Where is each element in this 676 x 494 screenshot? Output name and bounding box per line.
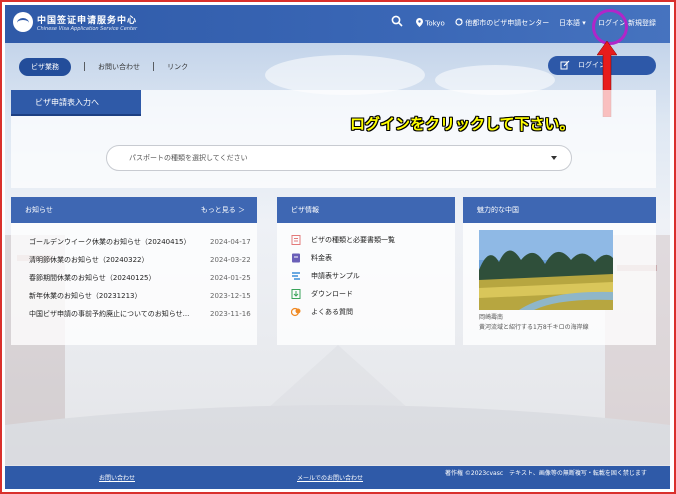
news-item-title: ゴールデンウイーク休業のお知らせ（20240415） — [29, 238, 191, 246]
news-item[interactable]: 春節期間休業のお知らせ（20240125） 2024-01-25 — [29, 269, 257, 287]
search-icon[interactable] — [391, 15, 403, 29]
news-item-date: 2024-04-17 — [210, 238, 251, 246]
language-selector[interactable]: 日本語 ▾ — [559, 18, 586, 28]
visa-info-list: ビザの種類と必要書類一覧 料金表 申請表サンプル ダウンロード よくある質問 — [277, 223, 455, 321]
faq-icon — [290, 307, 301, 317]
chevron-down-icon — [551, 156, 557, 160]
user-edit-icon — [560, 56, 570, 75]
login-highlight-circle — [592, 9, 628, 45]
news-item-date: 2024-03-22 — [210, 256, 251, 264]
footer-copyright: 著作権 ©2023cvasc テキスト、画像等の無断複写・転載を固く禁じます — [445, 470, 647, 477]
visa-info-label: ビザの種類と必要書類一覧 — [311, 236, 395, 244]
news-item[interactable]: 中国ビザ申請の事前予約廃止についてのお知らせ... 2023-11-16 — [29, 305, 257, 323]
visa-info-item[interactable]: ビザの種類と必要書類一覧 — [291, 231, 455, 249]
logo-icon — [13, 12, 33, 32]
more-news-link[interactable]: もっと見る ＞ — [201, 197, 245, 223]
nav-links[interactable]: リンク — [167, 62, 188, 72]
visa-info-header: ビザ情報 — [277, 197, 455, 223]
sample-form-icon — [291, 271, 301, 281]
visa-info-item[interactable]: 料金表 — [291, 249, 455, 267]
location-selector[interactable]: Tokyo — [416, 18, 445, 29]
news-item-date: 2024-01-25 — [210, 274, 251, 282]
visa-info-item[interactable]: ダウンロード — [291, 285, 455, 303]
document-list-icon — [291, 235, 301, 245]
register-link[interactable]: 新規登録 — [628, 18, 656, 28]
visa-info-label: よくある質問 — [311, 308, 353, 316]
landscape-photo[interactable] — [479, 230, 613, 310]
language-label: 日本語 — [559, 19, 580, 27]
news-list: ゴールデンウイーク休業のお知らせ（20240415） 2024-04-17 清明… — [11, 223, 257, 323]
chevron-down-icon: ▾ — [582, 19, 586, 27]
page: 中国签证申请服务中心 Chinese Visa Application Serv… — [5, 5, 670, 489]
price-table-icon — [291, 253, 301, 263]
visa-info-item[interactable]: 申請表サンプル — [291, 267, 455, 285]
visa-info-label: 料金表 — [311, 254, 332, 262]
footer-contact-link[interactable]: お問い合わせ — [99, 473, 135, 482]
photo-caption-text: 黄河流域と紹行する1万8千キロの海岸線 — [479, 324, 589, 331]
charming-china-card: 魅力的な中国 岡崎壽南 黄河流域と紹行する1万8千キロの海岸線 — [463, 197, 656, 345]
nav-visa-business[interactable]: ビザ業務 — [19, 58, 71, 76]
news-item[interactable]: 新年休業のお知らせ（20231213） 2023-12-15 — [29, 287, 257, 305]
passport-type-placeholder: パスポートの種類を選択してください — [129, 154, 248, 162]
site-footer: お問い合わせ メールでのお問い合わせ 著作権 ©2023cvasc テキスト、画… — [5, 466, 670, 489]
photo-caption: 岡崎壽南 黄河流域と紹行する1万8千キロの海岸線 — [479, 313, 589, 333]
news-item-date: 2023-11-16 — [210, 310, 251, 318]
news-card-header: お知らせ もっと見る ＞ — [11, 197, 257, 223]
news-item[interactable]: 清明節休業のお知らせ（20240322） 2024-03-22 — [29, 251, 257, 269]
switch-center-label: 他都市のビザ申請センター — [465, 19, 550, 27]
news-item[interactable]: ゴールデンウイーク休業のお知らせ（20240415） 2024-04-17 — [29, 233, 257, 251]
news-card: お知らせ もっと見る ＞ ゴールデンウイーク休業のお知らせ（20240415） … — [11, 197, 257, 345]
nav-divider: | — [152, 62, 156, 72]
passport-type-select[interactable]: パスポートの種類を選択してください — [106, 145, 572, 171]
logo-chinese-text: 中国签证申请服务中心 — [37, 15, 138, 26]
site-logo[interactable]: 中国签证申请服务中心 Chinese Visa Application Serv… — [13, 12, 137, 32]
news-item-title: 清明節休業のお知らせ（20240322） — [29, 256, 149, 264]
photo-caption-title: 岡崎壽南 — [479, 314, 504, 321]
nav-contact[interactable]: お問い合わせ — [98, 62, 140, 72]
map-pin-icon — [416, 18, 423, 29]
cloud-decoration — [265, 55, 425, 95]
nav-divider: | — [83, 62, 87, 72]
visa-application-panel: ビザ申請表入力へ パスポートの種類を選択してください — [11, 90, 656, 188]
visa-application-tab[interactable]: ビザ申請表入力へ — [11, 90, 141, 116]
news-item-title: 新年休業のお知らせ（20231213） — [29, 292, 142, 300]
visa-info-label: ダウンロード — [311, 290, 353, 298]
top-header: 中国签证申请服务中心 Chinese Visa Application Serv… — [5, 5, 670, 43]
charming-china-header: 魅力的な中国 — [463, 197, 656, 223]
sub-navigation: ビザ業務 | お問い合わせ | リンク — [19, 57, 188, 77]
news-card-title: お知らせ — [25, 206, 53, 214]
footer-mail-contact-link[interactable]: メールでのお問い合わせ — [297, 473, 363, 482]
refresh-icon — [455, 18, 463, 28]
visa-info-item[interactable]: よくある質問 — [290, 303, 455, 321]
annotation-instruction-text: ログインをクリックして下さい。 — [350, 115, 575, 133]
visa-info-label: 申請表サンプル — [311, 272, 360, 280]
download-icon — [291, 289, 301, 299]
visa-info-card: ビザ情報 ビザの種類と必要書類一覧 料金表 申請表サンプル ダウンロード よくあ… — [277, 197, 455, 345]
news-item-title: 中国ビザ申請の事前予約廃止についてのお知らせ... — [29, 310, 190, 318]
switch-center-link[interactable]: 他都市のビザ申請センター — [455, 18, 549, 28]
location-label: Tokyo — [425, 19, 445, 28]
news-item-title: 春節期間休業のお知らせ（20240125） — [29, 274, 156, 282]
logo-english-text: Chinese Visa Application Service Center — [37, 25, 138, 32]
news-item-date: 2023-12-15 — [210, 292, 251, 300]
